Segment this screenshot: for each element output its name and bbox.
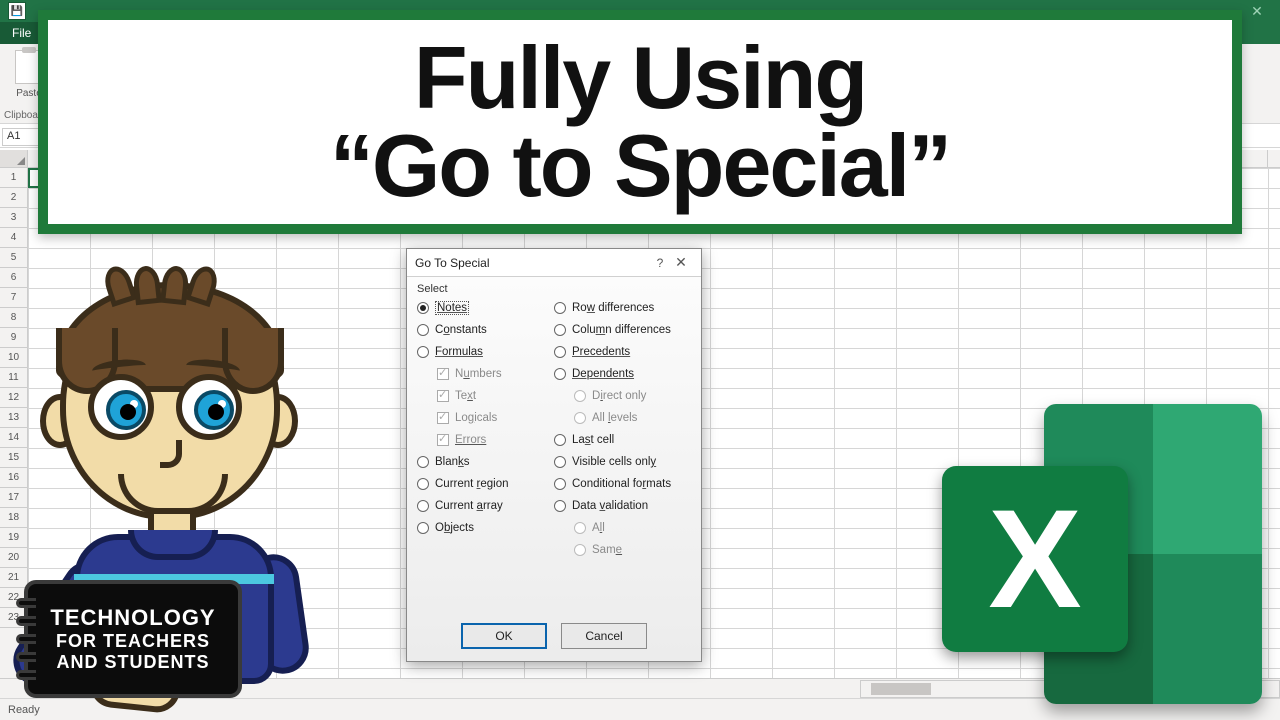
row-header[interactable]: 4 (0, 228, 27, 248)
radio-current-array[interactable]: Current array (417, 495, 554, 517)
check-text: Text (417, 385, 554, 407)
row-header[interactable]: 14 (0, 428, 27, 448)
file-tab[interactable]: File (0, 22, 43, 44)
row-header[interactable]: 3 (0, 208, 27, 228)
radio-visible-cells[interactable]: Visible cells only (554, 451, 691, 473)
dialog-button-row: OK Cancel (407, 623, 701, 649)
radio-data-validation[interactable]: Data validation (554, 495, 691, 517)
radio-last-cell[interactable]: Last cell (554, 429, 691, 451)
check-numbers: Numbers (417, 363, 554, 385)
check-logicals: Logicals (417, 407, 554, 429)
row-header[interactable]: 5 (0, 248, 27, 268)
row-header[interactable]: 13 (0, 408, 27, 428)
row-header[interactable]: 20 (0, 548, 27, 568)
select-all-triangle[interactable] (0, 150, 28, 167)
radio-direct-only: Direct only (554, 385, 691, 407)
ok-button[interactable]: OK (461, 623, 547, 649)
excel-x-glyph: X (988, 478, 1081, 640)
row-header[interactable]: 6 (0, 268, 27, 288)
row-header[interactable]: 1 (0, 168, 27, 188)
row-header[interactable]: 12 (0, 388, 27, 408)
channel-logo: TECHNOLOGY FOR TEACHERS AND STUDENTS (24, 580, 242, 698)
channel-line-1: TECHNOLOGY (28, 605, 238, 631)
excel-product-icon: X (942, 404, 1262, 704)
notebook-spiral-icon (16, 594, 36, 684)
row-header[interactable]: 19 (0, 528, 27, 548)
row-header[interactable]: 16 (0, 468, 27, 488)
dialog-titlebar[interactable]: Go To Special ? ✕ (407, 249, 701, 277)
row-header[interactable]: 7 (0, 288, 27, 308)
dialog-close-icon[interactable]: ✕ (669, 254, 693, 271)
radio-conditional-formats[interactable]: Conditional formats (554, 473, 691, 495)
row-header[interactable]: 2 (0, 188, 27, 208)
cancel-button[interactable]: Cancel (561, 623, 647, 649)
dialog-title: Go To Special (415, 256, 651, 270)
radio-all-levels: All levels (554, 407, 691, 429)
radio-current-region[interactable]: Current region (417, 473, 554, 495)
row-header[interactable]: 15 (0, 448, 27, 468)
radio-dependents[interactable]: Dependents (554, 363, 691, 385)
channel-line-3: AND STUDENTS (28, 652, 238, 673)
radio-objects[interactable]: Objects (417, 517, 554, 539)
headline-line-1: Fully Using (414, 34, 866, 122)
dialog-section-label: Select (407, 277, 701, 297)
dialog-left-column: Notes Constants Formulas Numbers Text Lo… (417, 297, 554, 561)
radio-constants[interactable]: Constants (417, 319, 554, 341)
radio-precedents[interactable]: Precedents (554, 341, 691, 363)
check-errors: Errors (417, 429, 554, 451)
row-header[interactable]: 11 (0, 368, 27, 388)
headline-banner: Fully Using “Go to Special” (38, 10, 1242, 234)
status-ready: Ready (8, 704, 40, 716)
row-header[interactable]: 21 (0, 568, 27, 588)
headline-line-2: “Go to Special” (330, 122, 950, 210)
dialog-right-column: Row differences Column differences Prece… (554, 297, 691, 561)
dialog-help-icon[interactable]: ? (651, 256, 669, 270)
radio-row-differences[interactable]: Row differences (554, 297, 691, 319)
go-to-special-dialog: Go To Special ? ✕ Select Notes Constants… (406, 248, 702, 662)
row-header[interactable]: 10 (0, 348, 27, 368)
row-header[interactable]: 17 (0, 488, 27, 508)
radio-formulas[interactable]: Formulas (417, 341, 554, 363)
radio-dv-all: All (554, 517, 691, 539)
channel-line-2: FOR TEACHERS (28, 631, 238, 652)
radio-dv-same: Same (554, 539, 691, 561)
row-header[interactable]: 9 (0, 328, 27, 348)
radio-column-differences[interactable]: Column differences (554, 319, 691, 341)
row-header[interactable]: 8 (0, 308, 27, 328)
row-header[interactable]: 18 (0, 508, 27, 528)
radio-notes[interactable]: Notes (417, 297, 554, 319)
radio-blanks[interactable]: Blanks (417, 451, 554, 473)
ribbon-group-clipboard-label: Clipboa (4, 110, 38, 121)
save-icon[interactable]: 💾 (8, 2, 26, 20)
